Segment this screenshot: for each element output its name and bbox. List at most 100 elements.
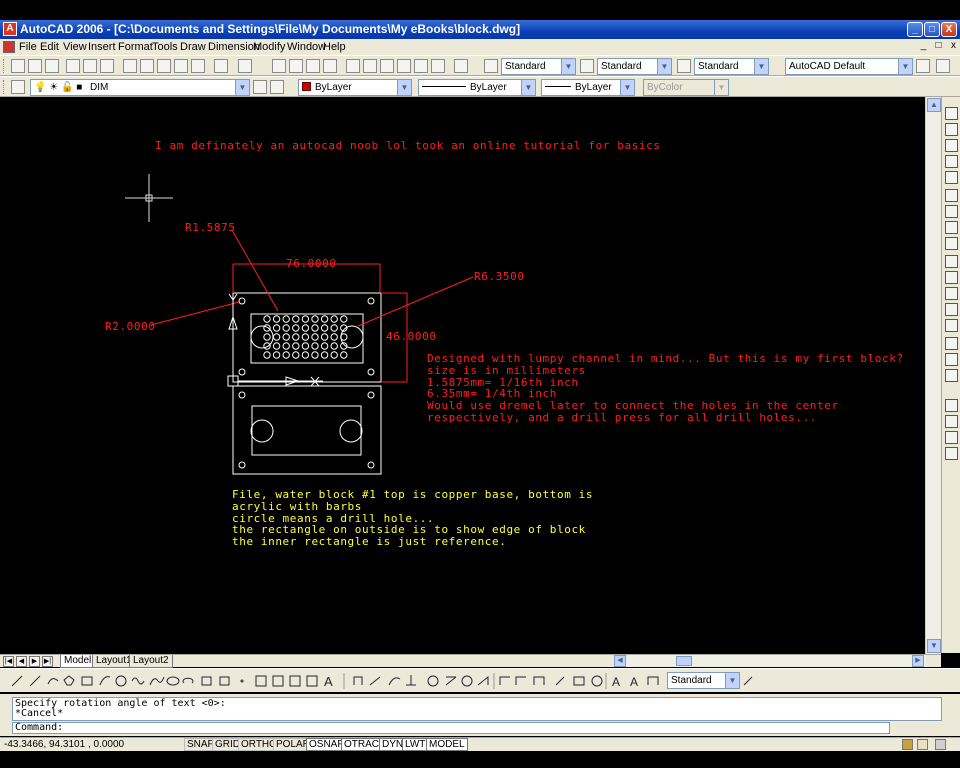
save-icon[interactable]	[45, 59, 59, 73]
clean-screen-icon[interactable]	[935, 739, 946, 750]
next-tab-icon[interactable]: ▶	[29, 656, 40, 667]
workspace-save-icon[interactable]	[936, 59, 950, 73]
dim-style-icon[interactable]	[580, 59, 594, 73]
offset-icon[interactable]	[945, 155, 958, 168]
layer-manager-icon[interactable]	[11, 80, 25, 94]
open-icon[interactable]	[28, 59, 42, 73]
scroll-down-icon[interactable]: ▼	[927, 639, 941, 653]
workspace-settings-icon[interactable]	[916, 59, 930, 73]
command-input[interactable]: Command:	[12, 722, 890, 734]
plot-preview-icon[interactable]	[83, 59, 97, 73]
document-icon[interactable]	[3, 41, 15, 53]
tab-layout2[interactable]: Layout2	[129, 655, 173, 668]
communication-center-icon[interactable]	[902, 739, 913, 750]
menu-window[interactable]: Window	[287, 41, 326, 53]
scale-icon[interactable]	[945, 221, 958, 234]
extend-icon[interactable]	[945, 271, 958, 284]
first-tab-icon[interactable]: |◀	[3, 656, 14, 667]
maximize-button[interactable]: □	[924, 22, 940, 37]
zoom-previous-icon[interactable]	[323, 59, 337, 73]
dim-76[interactable]: 76.0000	[286, 258, 337, 270]
explode-icon[interactable]	[945, 369, 958, 382]
pan-icon[interactable]	[272, 59, 286, 73]
note-top[interactable]: I am definately an autocad noob lol took…	[155, 140, 661, 152]
copy-icon[interactable]	[140, 59, 154, 73]
note-bottom[interactable]: File, water block #1 top is copper base,…	[232, 489, 593, 548]
dim-style-dropdown[interactable]: Standard ▼	[597, 58, 672, 75]
menu-modify[interactable]: Modify	[253, 41, 285, 53]
note-right[interactable]: Designed with lumpy channel in mind... B…	[427, 353, 904, 424]
draworder-above-icon[interactable]	[945, 431, 958, 444]
toolbar-grip[interactable]	[3, 59, 6, 73]
horizontal-scrollbar[interactable]: ◀ ▶	[614, 655, 926, 667]
text-style-dropdown[interactable]: Standard ▼	[501, 58, 576, 75]
redo-icon[interactable]	[238, 59, 252, 73]
trim-icon[interactable]	[945, 255, 958, 268]
table-style-icon[interactable]	[677, 59, 691, 73]
publish-icon[interactable]	[100, 59, 114, 73]
menu-edit[interactable]: Edit	[40, 41, 59, 53]
markup-icon[interactable]	[414, 59, 428, 73]
text-style-icon[interactable]	[484, 59, 498, 73]
dim-r1-5875[interactable]: R1.5875	[185, 222, 236, 234]
drawing-canvas[interactable]: I am definately an autocad noob lol took…	[3, 97, 925, 654]
stretch-icon[interactable]	[945, 237, 958, 250]
copy-object-icon[interactable]	[945, 123, 958, 136]
chamfer-icon[interactable]	[945, 337, 958, 350]
new-icon[interactable]	[11, 59, 25, 73]
move-icon[interactable]	[945, 189, 958, 202]
mirror-icon[interactable]	[945, 139, 958, 152]
zoom-window-icon[interactable]	[306, 59, 320, 73]
menu-file[interactable]: File	[19, 41, 37, 53]
tool-palettes-icon[interactable]	[380, 59, 394, 73]
erase-icon[interactable]	[945, 107, 958, 120]
prev-tab-icon[interactable]: ◀	[16, 656, 27, 667]
rotate-icon[interactable]	[945, 205, 958, 218]
menu-help[interactable]: Help	[323, 41, 346, 53]
dim-r2[interactable]: R2.0000	[105, 321, 156, 333]
cut-icon[interactable]	[123, 59, 137, 73]
sheet-set-icon[interactable]	[397, 59, 411, 73]
table-style-dropdown[interactable]: Standard ▼	[694, 58, 769, 75]
zoom-realtime-icon[interactable]	[289, 59, 303, 73]
scroll-thumb[interactable]	[676, 656, 692, 666]
linetype-dropdown[interactable]: ByLayer ▼	[418, 79, 536, 96]
dim-r6-35[interactable]: R6.3500	[474, 271, 525, 283]
tab-model[interactable]: Model	[60, 655, 96, 668]
close-button[interactable]: X	[941, 22, 957, 37]
menu-format[interactable]: Format	[118, 41, 153, 53]
lock-icon[interactable]	[917, 739, 928, 750]
layer-previous-icon[interactable]	[270, 80, 284, 94]
autocad-app-icon[interactable]: A	[3, 22, 17, 36]
array-icon[interactable]	[945, 171, 958, 184]
block-editor-icon[interactable]	[191, 59, 205, 73]
doc-minimize-button[interactable]: _	[917, 40, 930, 53]
make-object-layer-current-icon[interactable]	[253, 80, 267, 94]
toolbar-grip[interactable]	[3, 80, 6, 94]
scroll-left-icon[interactable]: ◀	[614, 655, 626, 667]
workspace-dropdown[interactable]: AutoCAD Default ▼	[785, 58, 913, 75]
plot-icon[interactable]	[66, 59, 80, 73]
doc-close-button[interactable]: x	[947, 40, 960, 53]
draworder-under-icon[interactable]	[945, 447, 958, 460]
layer-dropdown[interactable]: 💡 ☀ 🔓 ■ DIM ▼	[30, 79, 250, 96]
properties-icon[interactable]	[346, 59, 360, 73]
coordinate-readout[interactable]: -43.3466, 94.3101 , 0.0000	[4, 739, 124, 750]
help-icon[interactable]	[454, 59, 468, 73]
menu-draw[interactable]: Draw	[180, 41, 206, 53]
break-icon[interactable]	[945, 303, 958, 316]
dim-46[interactable]: 46.0000	[386, 331, 437, 343]
break-at-point-icon[interactable]	[945, 287, 958, 300]
match-properties-icon[interactable]	[174, 59, 188, 73]
model-toggle[interactable]: MODEL	[426, 738, 468, 751]
join-icon[interactable]	[945, 319, 958, 332]
lineweight-dropdown[interactable]: ByLayer ▼	[541, 79, 635, 96]
draworder-back-icon[interactable]	[945, 415, 958, 428]
undo-icon[interactable]	[214, 59, 228, 73]
dim-style-dropdown-bottom[interactable]: Standard ▼	[667, 672, 740, 689]
color-dropdown[interactable]: ByLayer ▼	[298, 79, 412, 96]
fillet-icon[interactable]	[945, 353, 958, 366]
draworder-icon[interactable]	[945, 399, 958, 412]
last-tab-icon[interactable]: ▶|	[42, 656, 53, 667]
doc-restore-button[interactable]: □	[932, 40, 945, 53]
